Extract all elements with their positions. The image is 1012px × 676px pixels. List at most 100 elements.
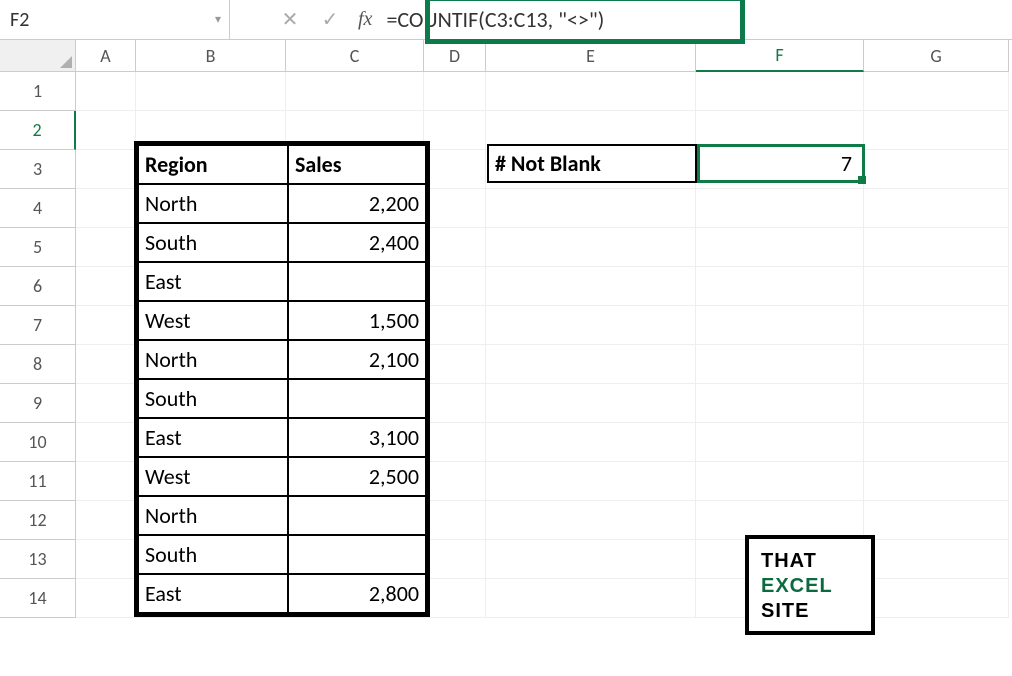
cell-region[interactable]: East <box>138 574 288 613</box>
cell[interactable] <box>486 306 696 345</box>
row-header[interactable]: 9 <box>0 384 76 423</box>
cell[interactable] <box>424 189 486 228</box>
cell[interactable] <box>486 267 696 306</box>
select-all-corner[interactable] <box>0 40 76 72</box>
row-header[interactable]: 4 <box>0 189 76 228</box>
result-label[interactable]: # Not Blank <box>487 144 697 183</box>
cell-region[interactable]: North <box>138 496 288 535</box>
result-value-cell[interactable]: 7 <box>697 144 865 183</box>
row-header[interactable]: 1 <box>0 72 76 111</box>
cell[interactable] <box>76 306 136 345</box>
cell[interactable] <box>696 462 864 501</box>
cell[interactable] <box>424 306 486 345</box>
cell[interactable] <box>76 384 136 423</box>
cell[interactable] <box>486 462 696 501</box>
cell[interactable] <box>696 423 864 462</box>
cell-sales[interactable]: 2,800 <box>288 574 426 613</box>
cell[interactable] <box>424 150 486 189</box>
cell[interactable] <box>486 189 696 228</box>
cell[interactable] <box>486 72 696 111</box>
col-header-D[interactable]: D <box>424 40 486 72</box>
cell[interactable] <box>696 72 864 111</box>
row-header[interactable]: 14 <box>0 579 76 618</box>
cell[interactable] <box>76 579 136 618</box>
row-header[interactable]: 3 <box>0 150 76 189</box>
row-header[interactable]: 8 <box>0 345 76 384</box>
cell[interactable] <box>864 150 1009 189</box>
col-header-F[interactable]: F <box>696 40 864 72</box>
cell[interactable] <box>424 111 486 150</box>
col-header-B[interactable]: B <box>136 40 286 72</box>
cell[interactable] <box>486 540 696 579</box>
cell[interactable] <box>864 501 1009 540</box>
cell-sales[interactable] <box>288 496 426 535</box>
cell-sales[interactable]: 2,400 <box>288 223 426 262</box>
row-header[interactable]: 10 <box>0 423 76 462</box>
name-box[interactable]: F2 ▾ <box>0 0 230 39</box>
cell[interactable] <box>696 267 864 306</box>
cell-region[interactable]: North <box>138 340 288 379</box>
cell-region[interactable]: East <box>138 418 288 457</box>
cell[interactable] <box>864 540 1009 579</box>
cell-region[interactable]: West <box>138 457 288 496</box>
cell[interactable] <box>424 462 486 501</box>
cell[interactable] <box>424 501 486 540</box>
chevron-down-icon[interactable]: ▾ <box>215 12 221 27</box>
cell[interactable] <box>424 345 486 384</box>
cell[interactable] <box>424 267 486 306</box>
header-region[interactable]: Region <box>138 145 288 184</box>
cell[interactable] <box>864 306 1009 345</box>
cell[interactable] <box>76 345 136 384</box>
cell[interactable] <box>864 228 1009 267</box>
cell-sales[interactable]: 3,100 <box>288 418 426 457</box>
cell[interactable] <box>76 423 136 462</box>
cell[interactable] <box>136 72 286 111</box>
cell[interactable] <box>76 150 136 189</box>
cell-sales[interactable]: 2,500 <box>288 457 426 496</box>
cell[interactable] <box>864 345 1009 384</box>
cell[interactable] <box>424 384 486 423</box>
header-sales[interactable]: Sales <box>288 145 426 184</box>
cell-region[interactable]: West <box>138 301 288 340</box>
row-header[interactable]: 13 <box>0 540 76 579</box>
cell-region[interactable]: South <box>138 379 288 418</box>
cell[interactable] <box>76 228 136 267</box>
cell-region[interactable]: East <box>138 262 288 301</box>
row-header[interactable]: 6 <box>0 267 76 306</box>
cell[interactable] <box>696 345 864 384</box>
cell[interactable] <box>424 579 486 618</box>
row-header[interactable]: 11 <box>0 462 76 501</box>
cell[interactable] <box>424 423 486 462</box>
cell-sales[interactable] <box>288 379 426 418</box>
cell[interactable] <box>696 384 864 423</box>
cell[interactable] <box>864 267 1009 306</box>
col-header-C[interactable]: C <box>286 40 424 72</box>
cell[interactable] <box>696 228 864 267</box>
col-header-A[interactable]: A <box>76 40 136 72</box>
cell[interactable] <box>424 228 486 267</box>
col-header-G[interactable]: G <box>864 40 1009 72</box>
cell[interactable] <box>864 72 1009 111</box>
cell[interactable] <box>486 228 696 267</box>
cell[interactable] <box>864 384 1009 423</box>
row-header[interactable]: 2 <box>0 111 76 150</box>
cell-region[interactable]: South <box>138 535 288 574</box>
cell-region[interactable]: North <box>138 184 288 223</box>
cell[interactable] <box>864 579 1009 618</box>
cell[interactable] <box>76 111 136 150</box>
fx-icon[interactable]: fx <box>350 8 380 31</box>
cell[interactable] <box>76 462 136 501</box>
cell[interactable] <box>486 579 696 618</box>
cell[interactable] <box>424 540 486 579</box>
row-header[interactable]: 5 <box>0 228 76 267</box>
cell[interactable] <box>424 72 486 111</box>
cell[interactable] <box>486 423 696 462</box>
cell[interactable] <box>286 72 424 111</box>
cell[interactable] <box>76 72 136 111</box>
cell[interactable] <box>696 306 864 345</box>
cell[interactable] <box>486 345 696 384</box>
cell[interactable] <box>864 111 1009 150</box>
col-header-E[interactable]: E <box>486 40 696 72</box>
cell-sales[interactable] <box>288 262 426 301</box>
row-header[interactable]: 7 <box>0 306 76 345</box>
